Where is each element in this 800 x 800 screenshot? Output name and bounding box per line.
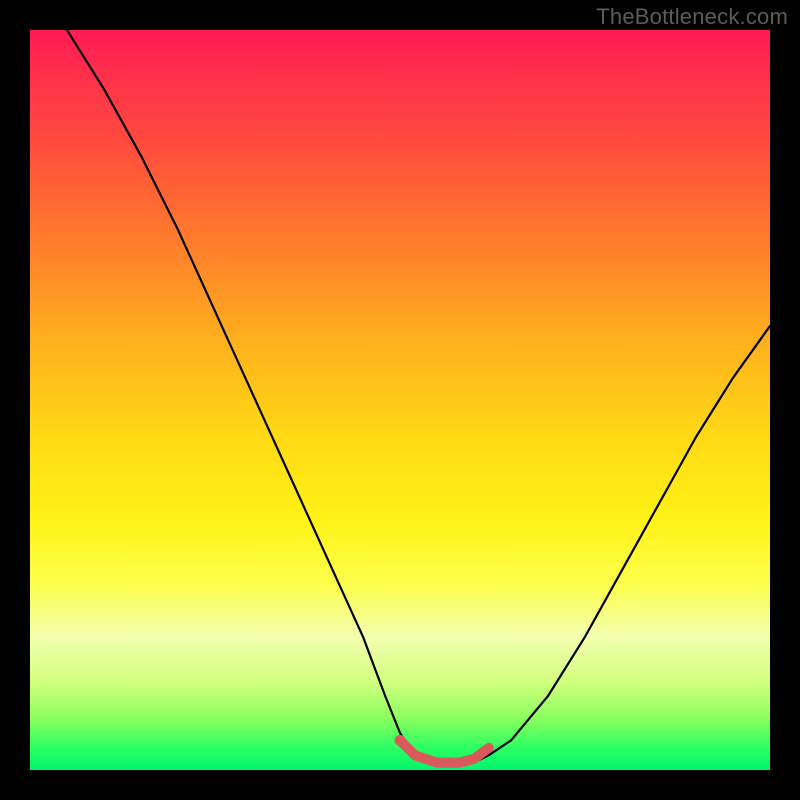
bottom-highlight-path (400, 740, 489, 762)
bottleneck-curve-path (67, 30, 770, 763)
highlight-start-dot (395, 735, 406, 746)
plot-area (30, 30, 770, 770)
chart-frame: TheBottleneck.com (0, 0, 800, 800)
curve-layer (30, 30, 770, 770)
watermark-text: TheBottleneck.com (596, 4, 788, 30)
